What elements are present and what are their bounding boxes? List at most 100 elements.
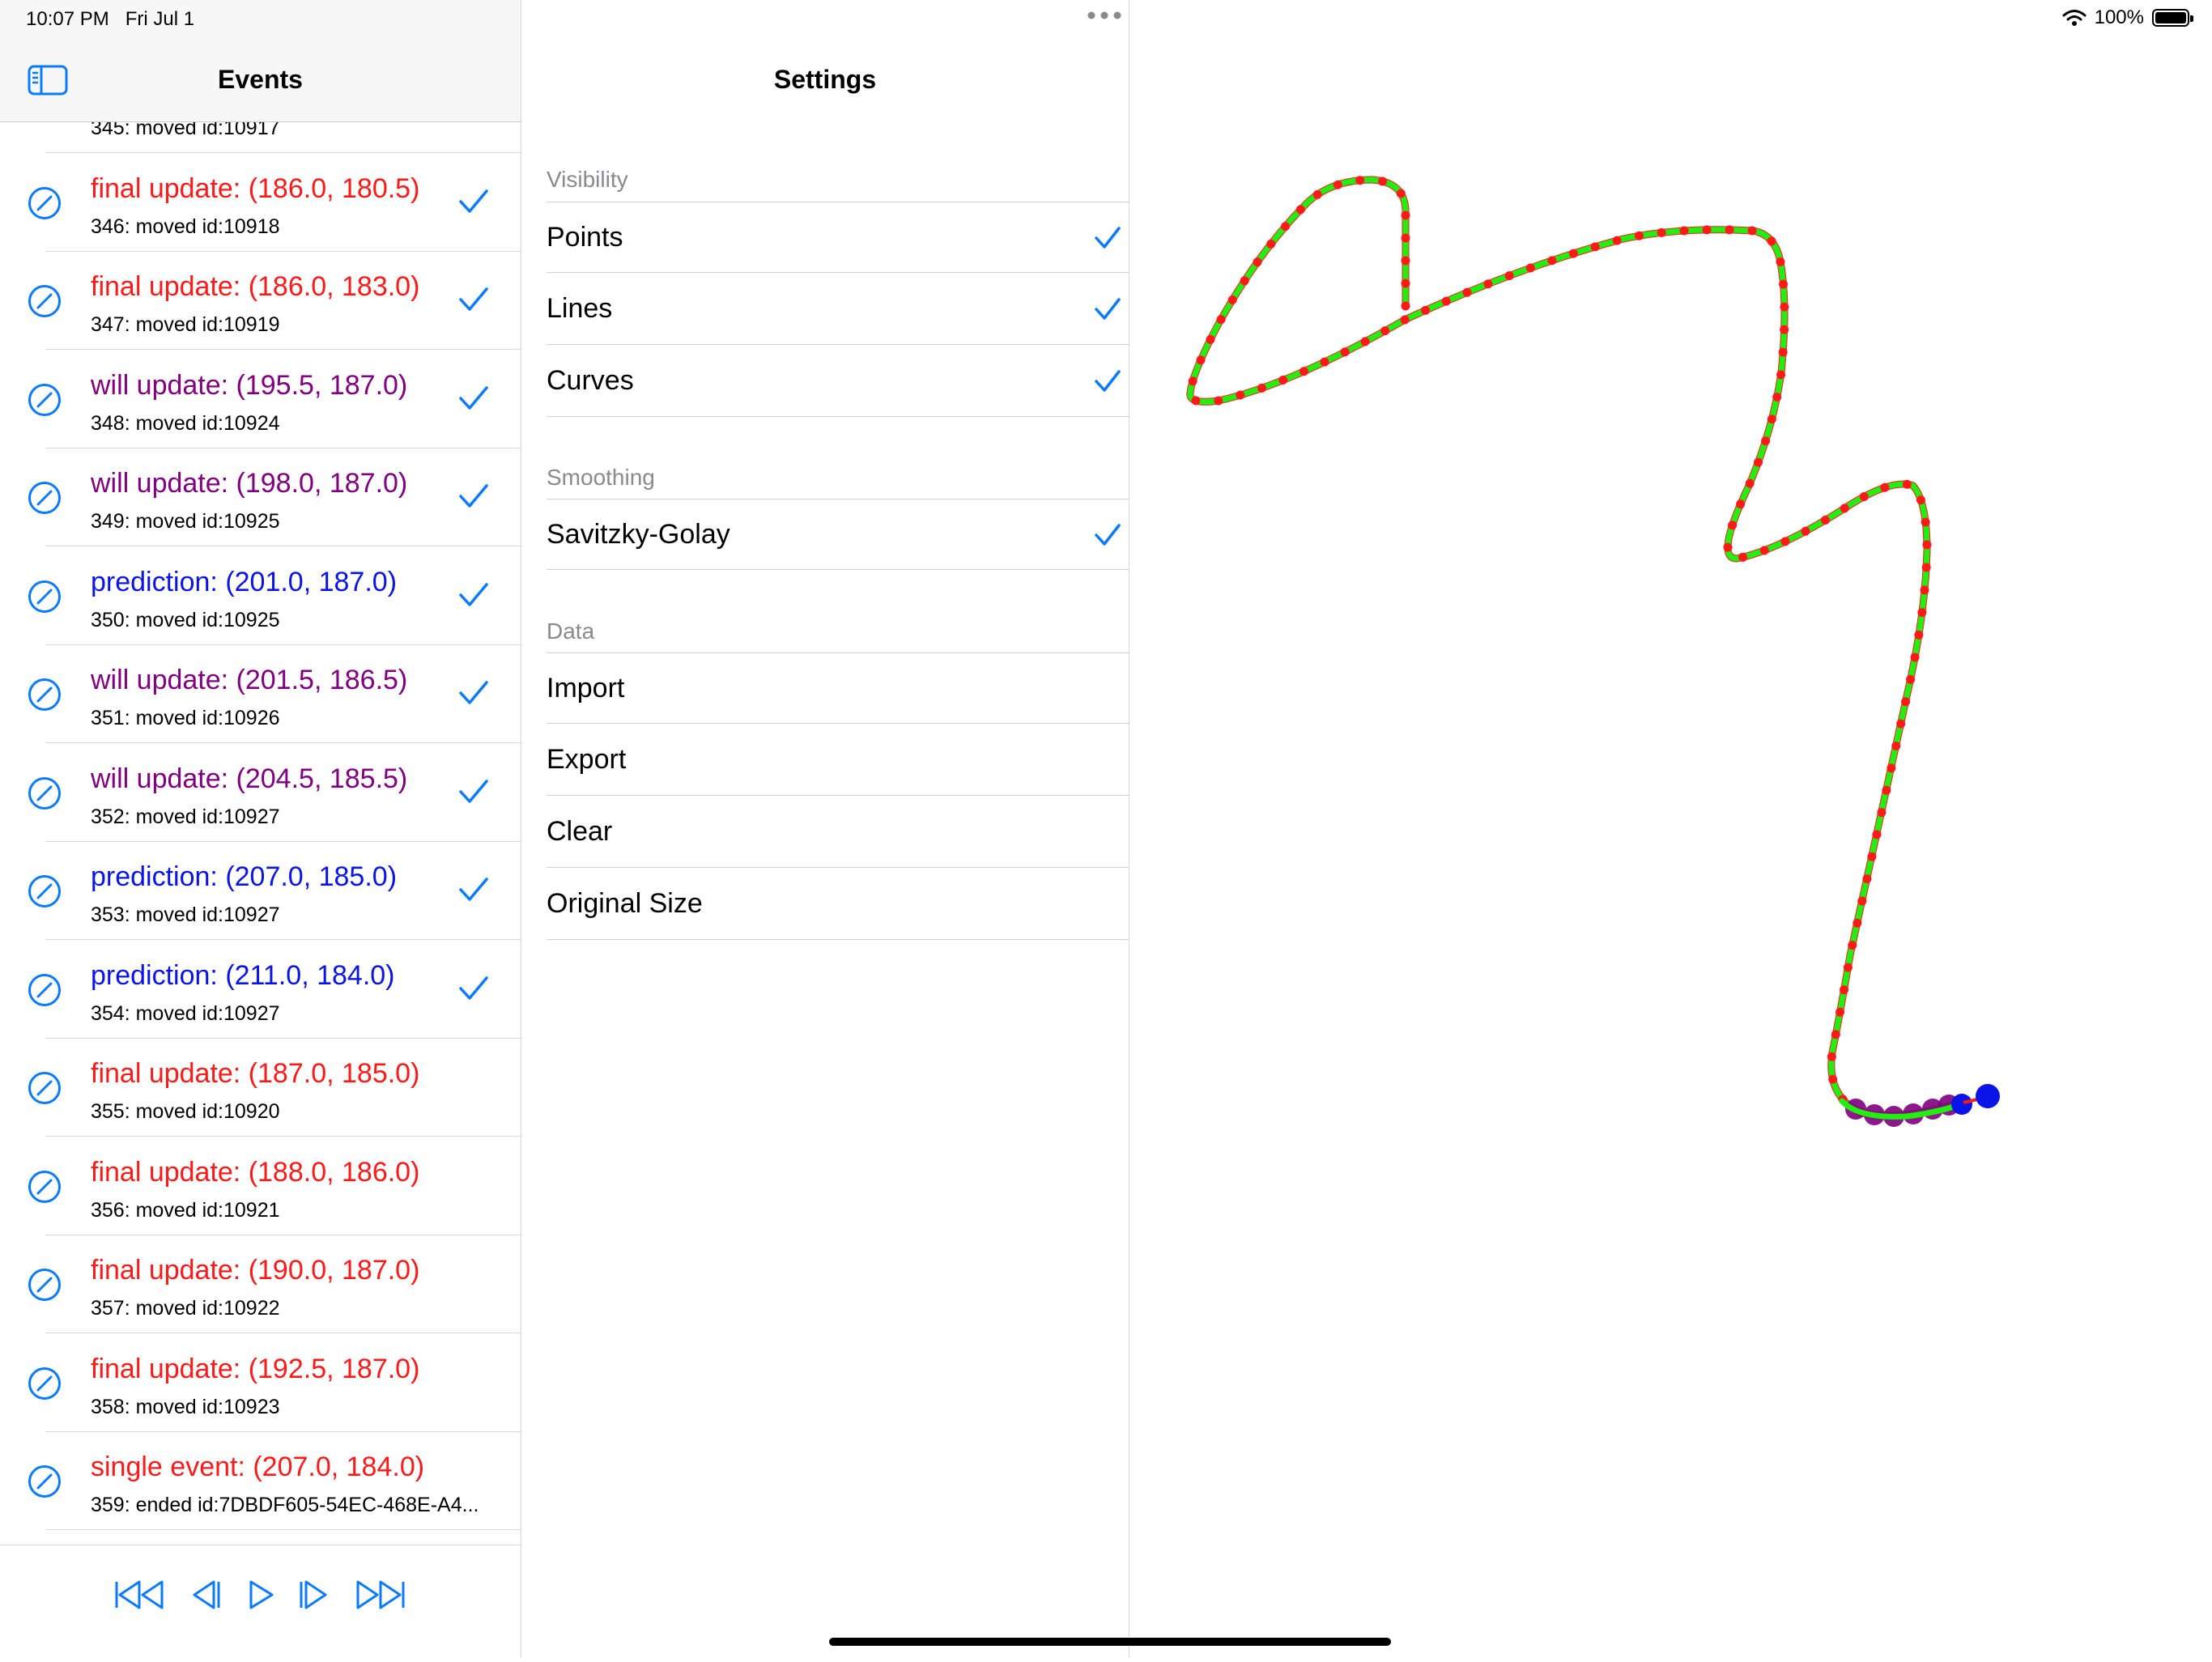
pencil-circle-icon xyxy=(28,383,61,416)
event-row[interactable]: final update: (186.0, 178.0)345: moved i… xyxy=(0,121,521,153)
touch-point xyxy=(1780,302,1789,312)
checkmark-icon xyxy=(459,681,488,704)
setting-label: Original Size xyxy=(547,888,703,919)
step-back-icon[interactable] xyxy=(189,1578,222,1612)
event-title: will update: (198.0, 187.0) xyxy=(91,468,408,499)
pencil-circle-icon xyxy=(28,1170,61,1203)
battery-percentage: 100% xyxy=(2094,6,2144,28)
touch-point xyxy=(1612,236,1622,245)
setting-curves[interactable]: Curves xyxy=(547,346,1129,417)
touch-point xyxy=(1877,808,1887,818)
checkmark-icon xyxy=(459,189,488,213)
touch-point xyxy=(1780,325,1789,334)
touch-point xyxy=(1504,271,1514,281)
section-header-visibility: Visibility xyxy=(547,167,628,192)
touch-point xyxy=(1920,585,1929,595)
touch-point xyxy=(1857,896,1867,906)
event-row[interactable]: final update: (186.0, 183.0) 347: moved i… xyxy=(0,252,521,350)
touch-point xyxy=(1910,652,1920,662)
setting-import[interactable]: Import xyxy=(547,652,1129,724)
event-row[interactable]: will update: (204.5, 185.5) 352: moved id… xyxy=(0,744,521,842)
checkmark-icon xyxy=(459,385,488,410)
drawing-canvas[interactable] xyxy=(1129,0,2212,1658)
wifi-icon xyxy=(2062,10,2087,26)
touch-point xyxy=(1401,210,1410,220)
touch-point xyxy=(1401,256,1410,266)
skip-to-end-icon[interactable] xyxy=(355,1578,406,1612)
checkmark-icon xyxy=(459,484,488,508)
event-row[interactable]: will update: (198.0, 187.0) 349: moved id… xyxy=(0,448,521,546)
touch-point xyxy=(1754,457,1763,467)
event-row[interactable]: prediction: (207.0, 185.0) 353: moved id:… xyxy=(0,842,521,940)
event-list[interactable]: final update: (186.0, 178.0)345: moved i… xyxy=(0,121,521,1546)
pencil-circle-icon xyxy=(28,580,61,613)
touch-point xyxy=(1901,697,1911,707)
event-row[interactable]: single event: (207.0, 184.0) 359: ended i… xyxy=(0,1432,521,1530)
step-forward-icon[interactable] xyxy=(298,1578,330,1612)
touch-point xyxy=(1827,1052,1836,1061)
event-row[interactable]: final update: (187.0, 185.0) 355: moved i… xyxy=(0,1039,521,1137)
touch-point xyxy=(1736,499,1746,509)
touch-point xyxy=(1380,326,1390,336)
event-subtitle: 356: moved id:10921 xyxy=(91,1198,280,1222)
touch-point xyxy=(1767,236,1776,246)
setting-label: Curves xyxy=(547,365,634,396)
touch-point xyxy=(1281,222,1291,232)
event-row[interactable]: will update: (195.5, 187.0) 348: moved id… xyxy=(0,351,521,448)
setting-clear[interactable]: Clear xyxy=(547,797,1129,868)
events-title: Events xyxy=(218,65,303,94)
touch-point xyxy=(1922,540,1932,550)
setting-original-size[interactable]: Original Size xyxy=(547,869,1129,940)
touch-point xyxy=(1867,852,1877,861)
play-icon[interactable] xyxy=(246,1578,275,1612)
touch-point xyxy=(1590,242,1600,252)
event-subtitle: 348: moved id:10924 xyxy=(91,411,280,435)
touch-point xyxy=(1848,941,1857,950)
event-row[interactable]: final update: (188.0, 186.0) 356: moved i… xyxy=(0,1137,521,1235)
event-row[interactable]: prediction: (201.0, 187.0) 350: moved id:… xyxy=(0,547,521,645)
event-title: final update: (186.0, 180.5) xyxy=(91,172,420,204)
skip-to-start-icon[interactable] xyxy=(113,1578,165,1612)
touch-point xyxy=(1196,355,1206,365)
green-curve-stroke xyxy=(1187,176,1967,1119)
event-title: prediction: (201.0, 187.0) xyxy=(91,566,398,597)
touch-point xyxy=(1780,537,1790,546)
event-row[interactable]: will update: (201.5, 186.5) 351: moved id… xyxy=(0,645,521,743)
touch-point xyxy=(1872,830,1882,840)
event-subtitle: 347: moved id:10919 xyxy=(91,313,280,336)
pencil-circle-icon xyxy=(28,1269,61,1301)
setting-label: Clear xyxy=(547,816,613,847)
touch-point xyxy=(1547,256,1557,266)
touch-point xyxy=(1214,396,1223,406)
touch-point xyxy=(1896,719,1906,729)
setting-label: Import xyxy=(547,673,625,703)
event-subtitle: 358: moved id:10923 xyxy=(91,1395,280,1418)
setting-label: Points xyxy=(547,222,623,253)
event-row[interactable]: final update: (192.5, 187.0) 358: moved i… xyxy=(0,1334,521,1432)
touch-point xyxy=(1891,741,1901,750)
event-subtitle: 352: moved id:10927 xyxy=(91,805,280,828)
touch-point xyxy=(1828,1074,1838,1084)
touch-point xyxy=(1462,287,1472,297)
event-title: final update: (188.0, 186.0) xyxy=(91,1156,420,1188)
event-row[interactable]: prediction: (211.0, 184.0) 354: moved id:… xyxy=(0,941,521,1039)
touch-point xyxy=(1483,279,1493,289)
setting-lines[interactable]: Lines xyxy=(547,274,1129,345)
event-row[interactable]: final update: (186.0, 180.5) 346: moved i… xyxy=(0,154,521,252)
touch-point xyxy=(1253,257,1262,267)
setting-savitzky-golay[interactable]: Savitzky-Golay xyxy=(547,499,1129,570)
touch-point xyxy=(1378,176,1388,186)
event-title: final update: (187.0, 185.0) xyxy=(91,1058,420,1089)
touch-point xyxy=(1257,383,1266,393)
event-subtitle: 351: moved id:10926 xyxy=(91,707,280,729)
setting-export[interactable]: Export xyxy=(547,725,1129,796)
touch-point xyxy=(1333,180,1342,189)
setting-points[interactable]: Points xyxy=(547,202,1129,273)
event-row[interactable]: final update: (190.0, 187.0) 357: moved i… xyxy=(0,1235,521,1333)
touch-point xyxy=(1772,392,1782,402)
touch-point xyxy=(1421,305,1431,315)
event-title: final update: (186.0, 183.0) xyxy=(91,271,420,302)
touch-point xyxy=(1880,482,1890,492)
section-header-data: Data xyxy=(547,618,595,644)
touch-point xyxy=(1728,521,1738,530)
